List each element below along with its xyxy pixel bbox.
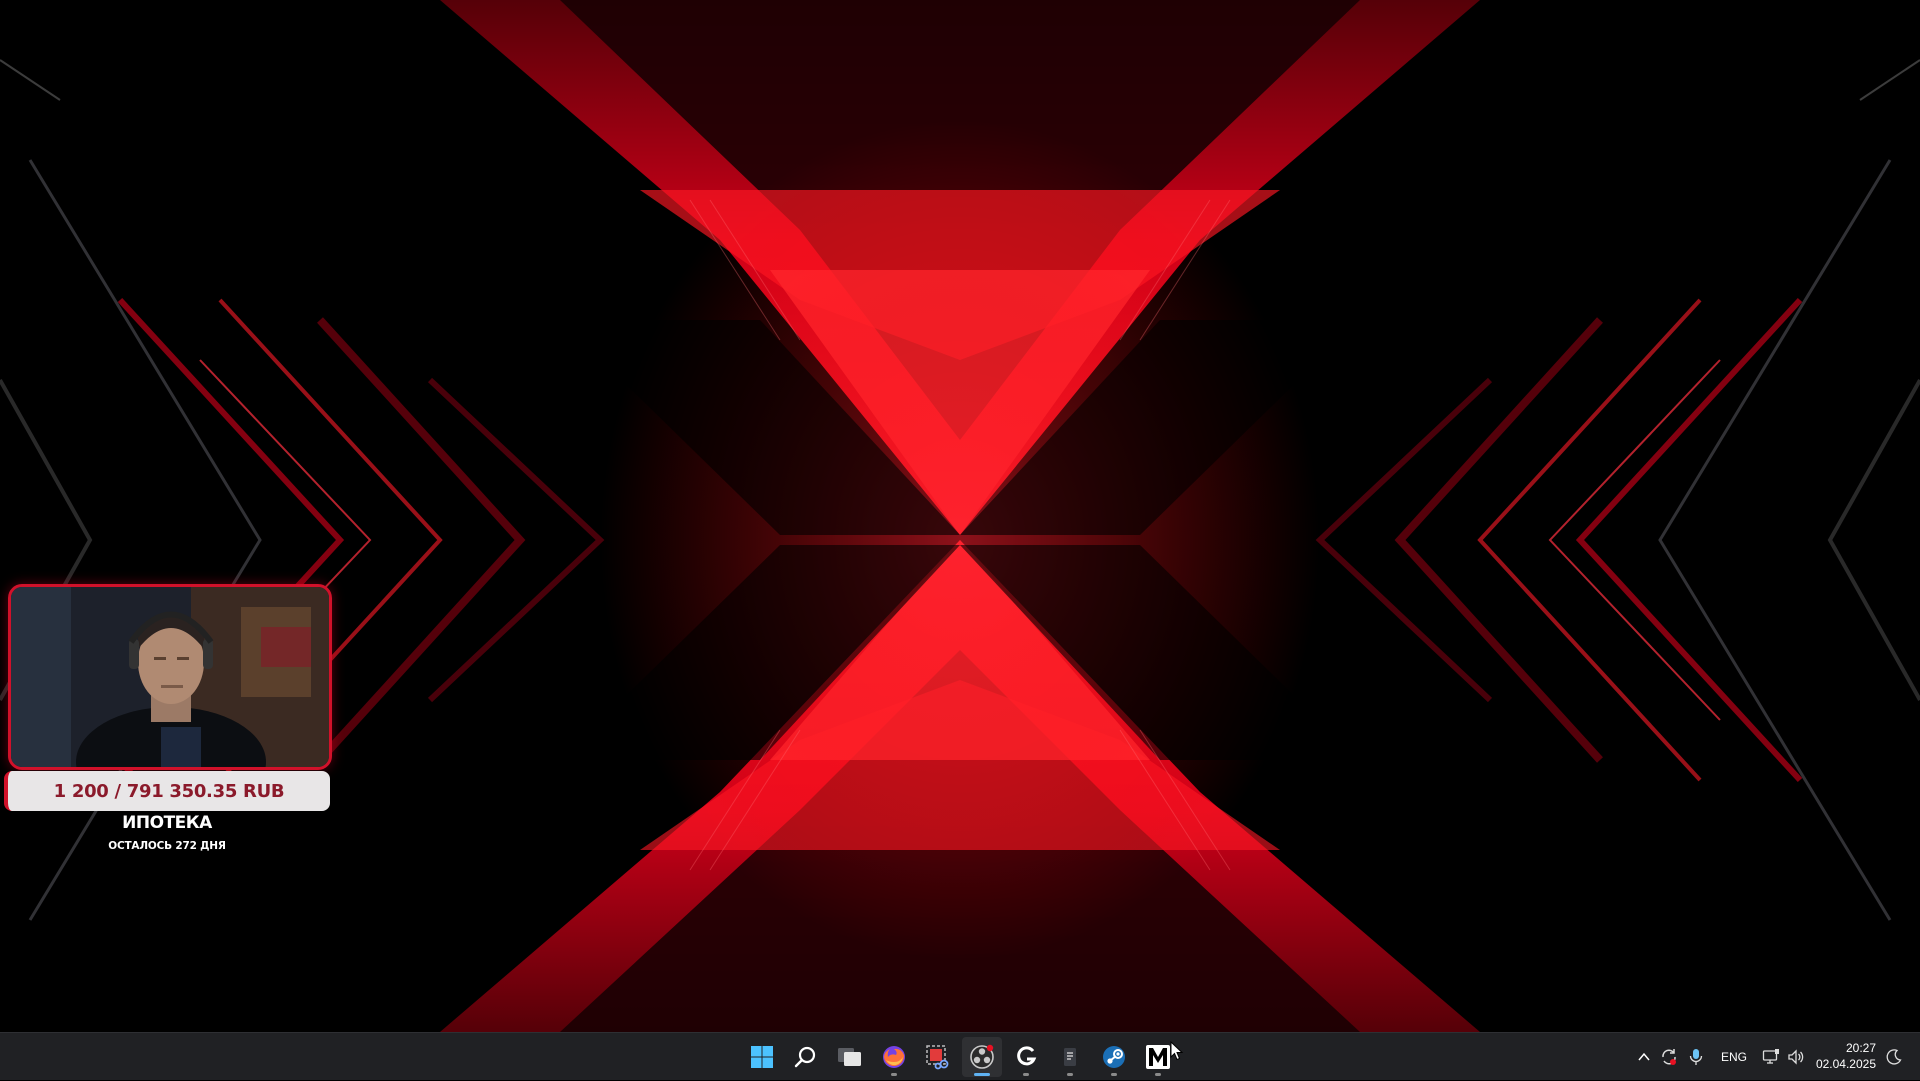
obs-icon: [970, 1044, 994, 1069]
show-hidden-icons-button[interactable]: [1632, 1033, 1656, 1081]
tray-sync-button[interactable]: [1656, 1033, 1682, 1081]
moon-icon: [1886, 1049, 1902, 1065]
active-indicator: [974, 1073, 990, 1076]
clock[interactable]: 20:27 02.04.2025: [1816, 1040, 1876, 1072]
taskbar-app-notepad[interactable]: [1050, 1037, 1090, 1077]
logitech-g-icon: [1017, 1046, 1037, 1066]
steam-icon: [1103, 1046, 1125, 1068]
running-indicator: [1155, 1073, 1161, 1076]
firefox-icon: [883, 1046, 905, 1068]
tray-microphone-button[interactable]: [1684, 1033, 1708, 1081]
language-label: ENG: [1720, 1050, 1747, 1064]
notifications-button[interactable]: [1880, 1033, 1908, 1081]
taskbar: ENG 20:27 02.04.2025: [0, 1032, 1920, 1080]
m-letter-icon: [1146, 1045, 1170, 1069]
running-indicator: [1111, 1073, 1117, 1076]
notepad-icon: [1064, 1048, 1076, 1066]
tray-volume-button[interactable]: [1784, 1033, 1808, 1081]
webcam-overlay: [8, 584, 332, 770]
sync-icon: [1662, 1049, 1676, 1065]
search-icon: [794, 1046, 816, 1068]
search-button[interactable]: [786, 1037, 826, 1077]
taskbar-app-firefox[interactable]: [874, 1037, 914, 1077]
snipping-tool-icon: [926, 1045, 949, 1070]
goal-title: ИПОТЕКА: [122, 813, 212, 833]
volume-icon: [1788, 1049, 1804, 1065]
donation-goal-bar: 1 200 / 791 350.35 RUB: [4, 771, 330, 811]
network-icon: [1762, 1049, 1779, 1064]
start-button[interactable]: [742, 1037, 782, 1077]
task-view-icon: [838, 1048, 861, 1066]
tray-network-button[interactable]: [1758, 1033, 1784, 1081]
taskbar-app-steam[interactable]: [1094, 1037, 1134, 1077]
goal-remaining: ОСТАЛОСЬ 272 ДНЯ: [108, 840, 226, 852]
windows-start-icon: [751, 1046, 773, 1068]
running-indicator: [1067, 1073, 1073, 1076]
microphone-icon: [1689, 1049, 1703, 1065]
task-view-button[interactable]: [830, 1037, 870, 1077]
running-indicator: [1023, 1073, 1029, 1076]
goal-amount: 1 200 / 791 350.35 RUB: [53, 780, 285, 802]
clock-time: 20:27: [1845, 1041, 1876, 1055]
desktop-wallpaper: [0, 0, 1920, 1032]
taskbar-app-snipping-tool[interactable]: [918, 1037, 958, 1077]
running-indicator: [891, 1073, 897, 1076]
taskbar-app-logitech-g-hub[interactable]: [1006, 1037, 1046, 1077]
taskbar-app-obs[interactable]: [962, 1037, 1002, 1077]
language-indicator[interactable]: ENG: [1716, 1033, 1752, 1081]
webcam-feed-icon: [11, 587, 329, 767]
clock-date: 02.04.2025: [1815, 1057, 1876, 1071]
chevron-up-icon: [1638, 1052, 1650, 1061]
desktop[interactable]: 1 200 / 791 350.35 RUB ИПОТЕКА ОСТАЛОСЬ …: [0, 0, 1920, 1032]
mouse-cursor-icon: [1170, 1041, 1184, 1061]
